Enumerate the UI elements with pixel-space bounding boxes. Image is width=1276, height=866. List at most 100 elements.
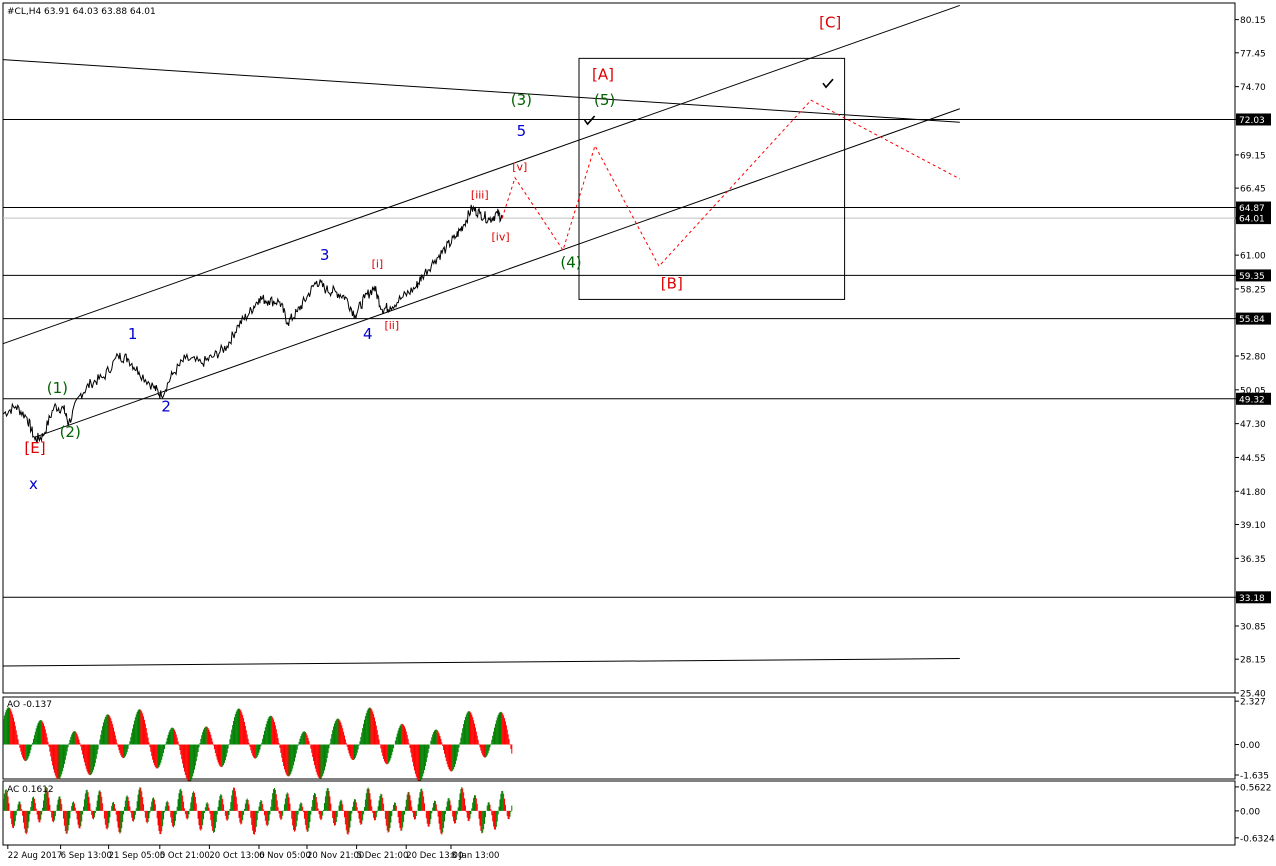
ac-histogram-bar [143,810,145,812]
ac-histogram-bar [257,810,259,814]
ac-histogram-bar [388,810,390,832]
ac-histogram-bar [360,810,362,825]
ao-histogram-bar [363,719,365,745]
ao-histogram-bar [73,731,75,745]
ao-histogram-bar [39,720,41,745]
ac-histogram-bar [41,810,43,815]
ao-histogram-bar [483,744,485,757]
ac-histogram-bar [464,798,466,811]
checkmark-icon [822,78,834,89]
ac-histogram-bar [469,810,471,819]
ac-histogram-bar [140,787,142,811]
ao-histogram-bar [99,739,101,745]
ac-histogram-bar [414,810,416,820]
ao-histogram-bar [291,744,293,772]
ac-histogram-bar [294,810,296,831]
ac-histogram-bar [355,802,357,811]
ac-histogram-bar [463,792,465,811]
ao-histogram-bar [427,744,429,754]
ao-histogram-bar [118,744,120,751]
ao-histogram-bar [312,744,314,757]
ac-histogram-bar [154,804,156,811]
ac-histogram-bar [107,810,109,828]
ac-histogram-bar [165,802,167,811]
ac-histogram-bar [489,804,491,811]
ac-histogram-bar [26,810,28,833]
ac-histogram-bar [146,810,148,824]
ao-histogram-bar [371,709,373,745]
price-chart[interactable]: 80.1577.4574.7072.0369.1566.4564.8764.01… [0,0,1276,866]
ac-histogram-bar [92,810,94,819]
ao-histogram-bar [106,714,108,745]
ao-histogram-bar [23,744,25,761]
ao-histogram-bar [295,744,297,754]
ao-histogram-bar [149,744,151,748]
ac-histogram-bar [175,810,177,815]
ac-indicator-panel[interactable]: 0.5622 0.00 -0.6324 [2,780,1275,846]
ac-histogram-bar [453,810,455,822]
ao-histogram-bar [152,744,154,760]
ac-histogram-bar [325,791,327,811]
price-tick-label: 69.15 [1240,151,1266,161]
ac-histogram-bar [436,809,438,811]
ao-histogram-bar [41,720,43,745]
ac-histogram-bar [467,810,469,821]
main-chart-panel[interactable]: 80.1577.4574.7072.0369.1566.4564.8764.01… [2,2,1271,700]
ac-histogram-bar [432,807,434,811]
ac-histogram-bar [353,799,355,811]
ac-histogram-bar [10,810,12,819]
ac-histogram-bar [190,802,192,811]
ao-indicator-panel[interactable]: 2.327 0.00 -1.635 [2,696,1269,782]
time-axis-label: 6 Nov 05:00 [259,851,311,861]
ac-histogram-bar [86,789,88,811]
ac-histogram-bar [113,803,115,811]
ac-histogram-bar [84,793,86,811]
ac-histogram-bar [278,810,280,814]
ac-histogram-bar [195,803,197,811]
ao-histogram-bar [236,709,238,745]
ao-histogram-bar [506,729,508,745]
ac-histogram-bar [198,810,200,826]
ao-histogram-bar [158,744,160,767]
ac-histogram-bar [408,792,410,811]
trend-line [2,59,960,123]
ao-histogram-bar [161,744,163,760]
ac-histogram-bar [313,792,315,811]
ao-histogram-bar [265,723,267,745]
ao-histogram-bar [258,744,260,753]
ao-histogram-bar [294,744,296,758]
ac-histogram-bar [214,810,216,829]
ao-histogram-bar [186,744,188,780]
ac-histogram-bar [261,800,263,811]
ac-histogram-bar [183,808,185,811]
ao-histogram-bar [21,744,23,755]
ac-histogram-bar [494,810,496,830]
ac-histogram-bar [482,810,484,833]
main-panel-frame [2,2,1236,694]
ac-histogram-bar [488,802,490,811]
ac-histogram-bar [308,810,310,828]
ac-histogram-bar [136,801,138,811]
ao-histogram-bar [380,744,382,749]
ac-histogram-bar [500,793,502,811]
ac-histogram-bar [255,810,257,827]
ac-histogram-bar [124,800,126,811]
ac-histogram-bar [37,810,39,820]
ao-histogram-bar [119,744,121,753]
ac-histogram-bar [131,810,133,818]
ao-histogram-bar [244,725,246,745]
ac-histogram-bar [425,810,427,819]
ao-histogram-bar [392,744,394,752]
ao-histogram-bar [196,744,198,757]
ao-histogram-bar [334,721,336,745]
ao-histogram-bar [328,744,330,749]
ac-histogram-bar [53,810,55,821]
price-tick-label: 39.10 [1240,521,1266,531]
ac-histogram-bar [151,801,153,811]
ac-histogram-bar [452,810,454,817]
ao-histogram-bar [58,744,60,780]
ac-histogram-bar [230,802,232,811]
ao-histogram-bar [293,744,295,762]
ac-histogram-bar [11,810,13,825]
ao-histogram-bar [458,744,460,748]
